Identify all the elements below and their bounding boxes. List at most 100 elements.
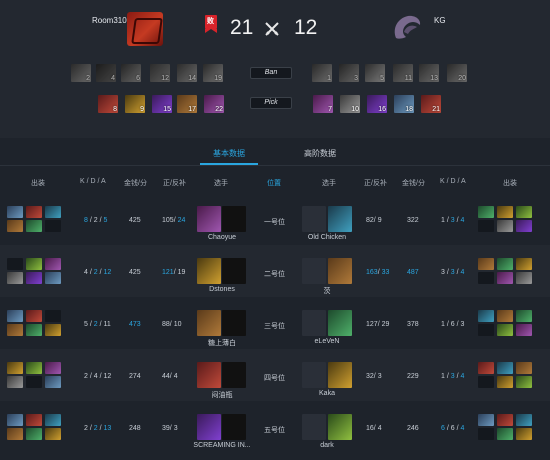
table-row: 4 / 2 / 12 425 121/ 19 Dstones 二号位茨 163/ 33 48… <box>0 245 550 297</box>
assists: 4 <box>460 217 465 224</box>
ban-hero-left: 19 <box>203 64 223 82</box>
item-slot <box>7 220 23 232</box>
ban-hero-left: 6 <box>121 64 141 82</box>
last-hits: 16 <box>366 425 374 432</box>
score-left: 21 <box>230 16 254 39</box>
table-row: 8 / 2 / 5 425 105/ 24 Chaoyue 一号位 Old Chicken… <box>0 193 550 245</box>
player-name-right[interactable]: dark <box>292 442 362 449</box>
team-left-logo <box>127 12 163 46</box>
item-slot <box>478 414 494 426</box>
table-row: 5 / 2 / 11 473 88/ 10 糖上薄白 三号位 eLeVeN 127/ 29 3… <box>0 297 550 349</box>
last-hits-denies-r: 16/ 4 <box>366 425 382 432</box>
item-slot <box>26 258 42 270</box>
item-slot <box>516 428 532 440</box>
gpm-value: 246 <box>407 425 419 432</box>
deaths: 6 <box>450 425 455 432</box>
kda-l: 8 / 2 / 5 <box>84 217 108 224</box>
deaths: 4 <box>93 373 98 380</box>
last-hits: 44 <box>162 373 170 380</box>
player-name-left[interactable]: Chaoyue <box>187 234 257 241</box>
position-label: 五号位 <box>264 427 285 434</box>
player-name-left[interactable]: Dstones <box>187 286 257 293</box>
hero-portrait-right <box>328 258 352 284</box>
item-slot <box>516 414 532 426</box>
player-name-right[interactable]: 茨 <box>292 286 362 296</box>
player-name-right[interactable]: eLeVeN <box>292 338 362 345</box>
kda-r: 1 / 6 / 3 <box>441 321 465 328</box>
hero-portrait-left <box>197 414 221 440</box>
item-slot <box>478 258 494 270</box>
last-hits: 39 <box>162 425 170 432</box>
pick-order: 15 <box>163 106 171 113</box>
denies: 9 <box>377 217 382 224</box>
kills: 8 <box>84 217 88 224</box>
ban-hero-right: 20 <box>447 64 467 82</box>
item-slot <box>478 272 494 284</box>
deaths: 3 <box>450 269 455 276</box>
ban-hero-right: 11 <box>393 64 413 82</box>
col-lhdn-right: 正/反补 <box>364 180 387 187</box>
deaths: 2 <box>93 217 98 224</box>
item-slot <box>516 376 532 388</box>
pick-hero-left: 8 <box>98 95 118 113</box>
item-slot <box>497 414 513 426</box>
item-slot <box>45 220 61 232</box>
pick-hero-right: 21 <box>421 95 441 113</box>
gpm-right: 487 <box>407 269 419 276</box>
table-row: 2 / 2 / 13 248 39/ 3 SCREAMING IN... 五号位 dark… <box>0 401 550 453</box>
deaths: 3 <box>450 217 455 224</box>
ban-order: 6 <box>136 75 140 82</box>
col-kda-left: K / D / A <box>80 178 106 185</box>
player-photo-right <box>302 206 326 232</box>
position-label: 三号位 <box>264 323 285 330</box>
assists: 11 <box>103 321 111 328</box>
player-name-left[interactable]: SCREAMING IN... <box>187 442 257 449</box>
gpm-value: 473 <box>129 321 141 328</box>
kills: 4 <box>84 269 88 276</box>
ban-hero-left: 2 <box>71 64 91 82</box>
ban-hero-left: 12 <box>150 64 170 82</box>
hero-portrait-left <box>197 206 221 232</box>
last-hits-denies-l: 88/ 10 <box>162 321 182 328</box>
item-slot <box>45 414 61 426</box>
hero-portrait-left <box>197 362 221 388</box>
kills: 1 <box>441 373 445 380</box>
gpm-value: 229 <box>407 373 419 380</box>
gpm-value: 425 <box>129 269 141 276</box>
last-hits: 32 <box>366 373 374 380</box>
pick-hero-left: 17 <box>177 95 197 113</box>
item-slot <box>45 206 61 218</box>
ban-hero-left: 4 <box>96 64 116 82</box>
player-name-left[interactable]: 糖上薄白 <box>187 338 257 348</box>
item-slot <box>7 376 23 388</box>
player-name-left[interactable]: 闷油瓶 <box>187 390 257 400</box>
item-slot <box>26 272 42 284</box>
ban-hero-right: 3 <box>339 64 359 82</box>
pick-order: 21 <box>432 106 440 113</box>
player-name-right[interactable]: Old Chicken <box>292 234 362 241</box>
score-right: 12 <box>294 16 318 39</box>
last-hits: 121 <box>162 269 174 276</box>
gpm-value: 378 <box>407 321 419 328</box>
tab-basic-stats[interactable]: 基本数据 <box>213 148 245 159</box>
col-lhdn-left: 正/反补 <box>163 180 186 187</box>
denies: 10 <box>173 321 182 328</box>
hero-portrait-right <box>328 362 352 388</box>
gpm-left: 425 <box>129 217 141 224</box>
player-name-right[interactable]: Kaka <box>292 390 362 397</box>
pick-order: 7 <box>328 106 332 113</box>
pick-order: 17 <box>188 106 196 113</box>
kda-l: 2 / 2 / 13 <box>84 425 112 432</box>
kda-r: 3 / 3 / 4 <box>441 269 465 276</box>
kills: 5 <box>84 321 88 328</box>
gpm-value: 322 <box>407 217 419 224</box>
item-slot <box>478 206 494 218</box>
tab-advanced-stats[interactable]: 高阶数据 <box>304 148 336 159</box>
gpm-value: 248 <box>129 425 141 432</box>
pick-hero-right: 16 <box>367 95 387 113</box>
kda-l: 5 / 2 / 11 <box>84 321 111 328</box>
ban-order: 12 <box>161 75 169 82</box>
denies: 33 <box>381 269 390 276</box>
item-slot <box>497 362 513 374</box>
active-tab-indicator <box>200 163 258 165</box>
